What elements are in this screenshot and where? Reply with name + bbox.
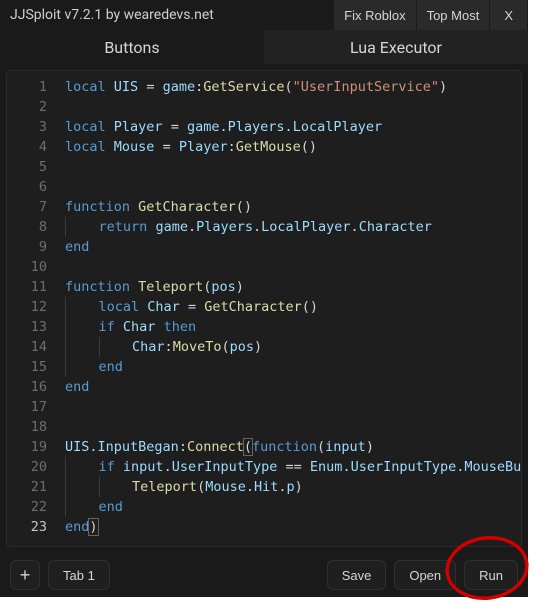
code-editor[interactable]: 1234567891011121314151617181920212223 lo… [6,70,522,547]
open-button[interactable]: Open [394,560,456,590]
app-window: JJSploit v7.2.1 by wearedevs.net Fix Rob… [0,0,528,597]
fix-roblox-button[interactable]: Fix Roblox [334,0,416,30]
line-gutter: 1234567891011121314151617181920212223 [7,71,61,546]
app-title: JJSploit v7.2.1 by wearedevs.net [10,7,334,23]
bottom-bar: + Tab 1 Save Open Run [0,553,528,597]
tab-buttons[interactable]: Buttons [0,30,264,64]
titlebar: JJSploit v7.2.1 by wearedevs.net Fix Rob… [0,0,528,30]
add-tab-button[interactable]: + [10,560,40,590]
main-tabs: Buttons Lua Executor [0,30,528,64]
titlebar-buttons: Fix Roblox Top Most X [334,0,528,30]
code-content[interactable]: local UIS = game:GetService("UserInputSe… [61,71,521,546]
top-most-button[interactable]: Top Most [417,0,491,30]
script-tab-1[interactable]: Tab 1 [48,560,110,590]
run-button[interactable]: Run [464,560,518,590]
close-button[interactable]: X [490,0,528,30]
tab-lua-executor[interactable]: Lua Executor [264,30,528,64]
save-button[interactable]: Save [327,560,387,590]
